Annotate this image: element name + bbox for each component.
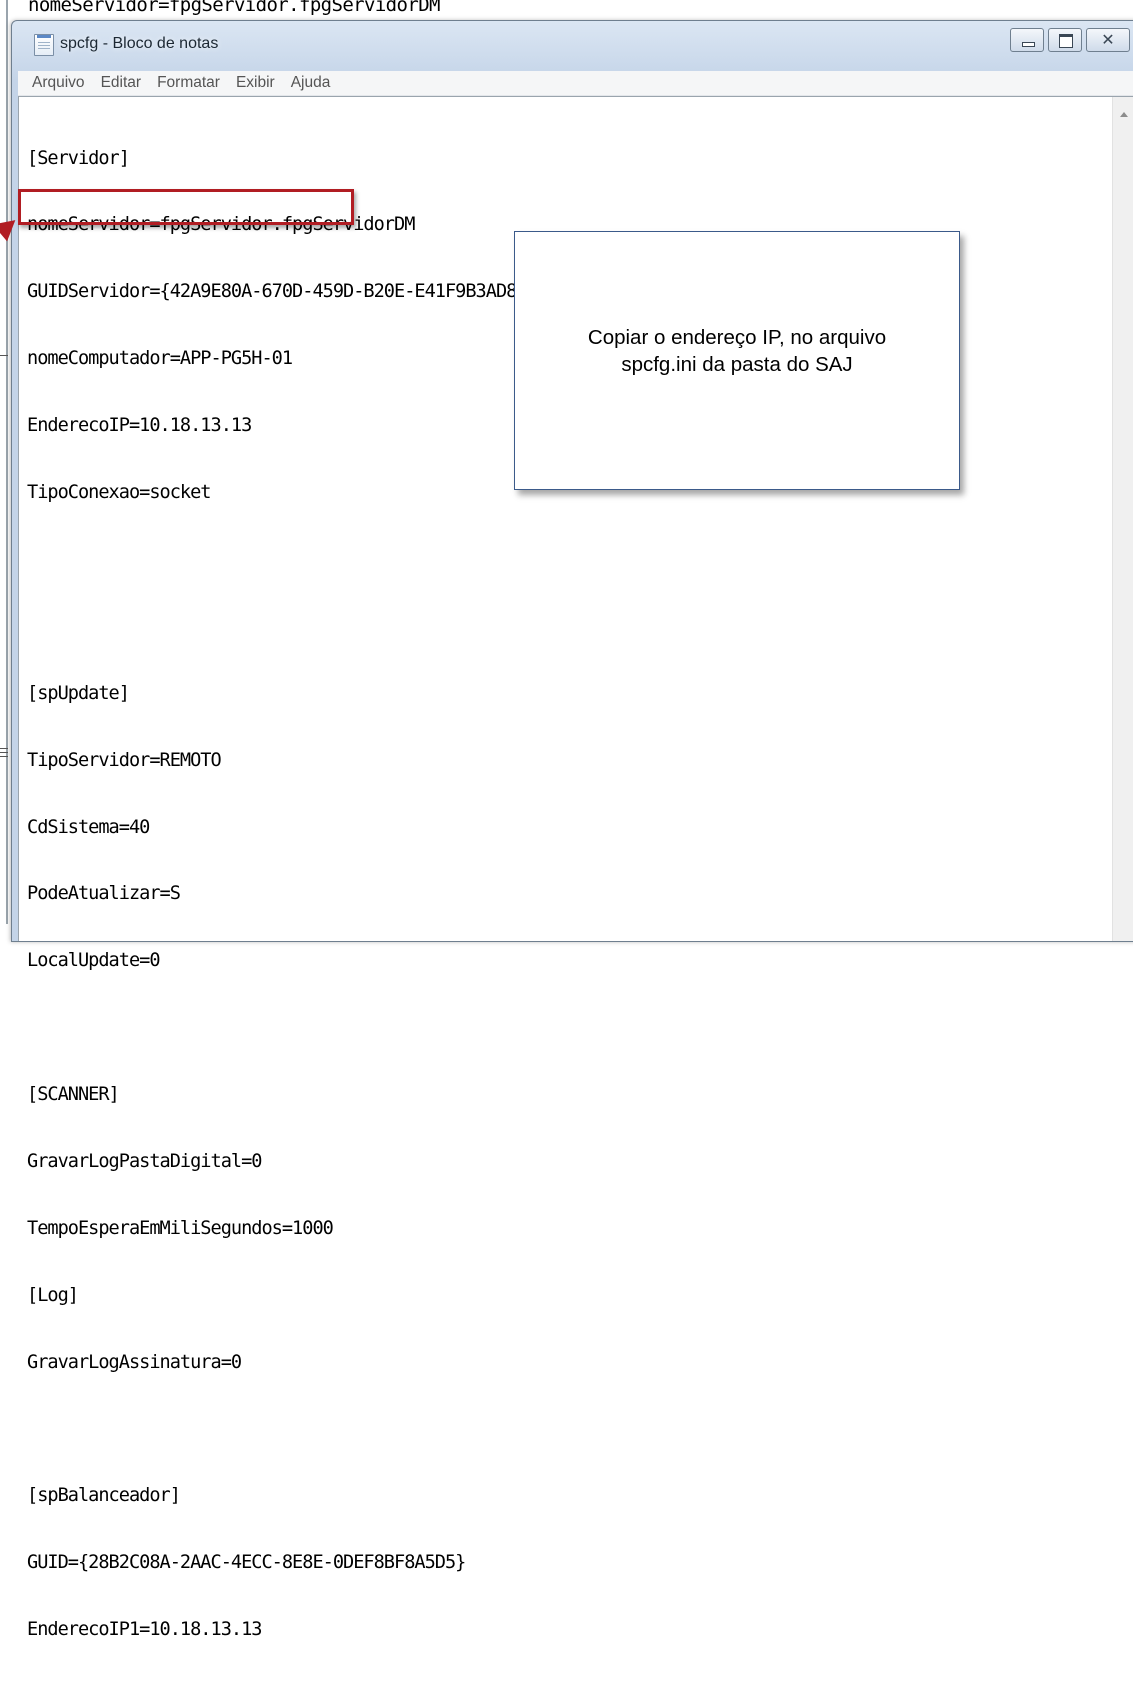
callout-line-2: spcfg.ini da pasta do SAJ [621, 352, 853, 376]
text-line: nomeComputador=APP-PG5H-01 [27, 348, 293, 370]
background-window-tick [0, 756, 8, 757]
text-line: TempoEsperaEmMiliSegundos=1000 [27, 1217, 334, 1239]
text-line [27, 616, 547, 638]
background-window-tick [0, 752, 8, 753]
menu-editar[interactable]: Editar [93, 72, 150, 94]
callout-text: Copiar o endereço IP, no arquivo spcfg.i… [588, 324, 886, 378]
vertical-scrollbar[interactable] [1112, 97, 1133, 941]
text-line [27, 549, 547, 571]
text-line: [Servidor] [27, 147, 130, 169]
menu-formatar[interactable]: Formatar [149, 72, 228, 94]
editor-content[interactable]: [Servidor] nomeServidor=fpgServidor.fpgS… [27, 103, 548, 1686]
text-line: TipoServidor=REMOTO [27, 749, 222, 771]
close-icon: ✕ [1101, 30, 1115, 49]
text-line: GravarLogAssinatura=0 [27, 1351, 242, 1373]
minimize-icon [1022, 42, 1035, 47]
background-window-text: nomeServidor=fpgServidor.fpgServidorDM [28, 0, 440, 16]
text-line: [spBalanceador] [27, 1485, 181, 1507]
maximize-icon [1059, 34, 1073, 48]
menu-arquivo[interactable]: Arquivo [18, 72, 93, 94]
background-window-tick [0, 748, 8, 749]
text-line: EnderecoIP=10.18.13.13 [27, 415, 252, 437]
text-line: EnderecoIP1=10.18.13.13 [27, 1619, 262, 1641]
text-line: [spUpdate] [27, 682, 130, 704]
text-line [27, 1419, 547, 1441]
text-line: GravarLogPastaDigital=0 [27, 1150, 262, 1172]
ip-highlight-box [18, 189, 354, 225]
close-button[interactable]: ✕ [1086, 28, 1130, 52]
maximize-button[interactable] [1048, 28, 1082, 52]
text-line: [SCANNER] [27, 1084, 120, 1106]
menu-bar: Arquivo Editar Formatar Exibir Ajuda [18, 71, 1133, 96]
window-title: spcfg - Bloco de notas [60, 35, 219, 52]
instruction-callout: Copiar o endereço IP, no arquivo spcfg.i… [514, 231, 960, 490]
callout-line-1: Copiar o endereço IP, no arquivo [587, 325, 887, 349]
background-window-edge [6, 0, 8, 924]
text-line: GUID={28B2C08A-2AAC-4ECC-8E8E-0DEF8BF8A5… [27, 1552, 466, 1574]
text-line: GUIDServidor={42A9E80A-670D-459D-B20E-E4… [27, 281, 548, 303]
text-line: PodeAtualizar=S [27, 883, 181, 905]
text-line: CdSistema=40 [27, 816, 150, 838]
text-line [27, 1017, 547, 1039]
background-window-tick [0, 355, 8, 356]
menu-ajuda[interactable]: Ajuda [283, 72, 339, 94]
scroll-up-icon[interactable] [1120, 112, 1128, 117]
text-line: TipoConexao=socket [27, 482, 211, 504]
menu-exibir[interactable]: Exibir [228, 72, 283, 94]
text-line: [Log] [27, 1284, 79, 1306]
minimize-button[interactable] [1010, 28, 1044, 52]
window-controls: ✕ [1010, 28, 1130, 52]
title-bar[interactable]: spcfg - Bloco de notas ✕ [12, 21, 1133, 71]
text-line: LocalUpdate=0 [27, 950, 161, 972]
notepad-icon[interactable] [34, 34, 54, 56]
